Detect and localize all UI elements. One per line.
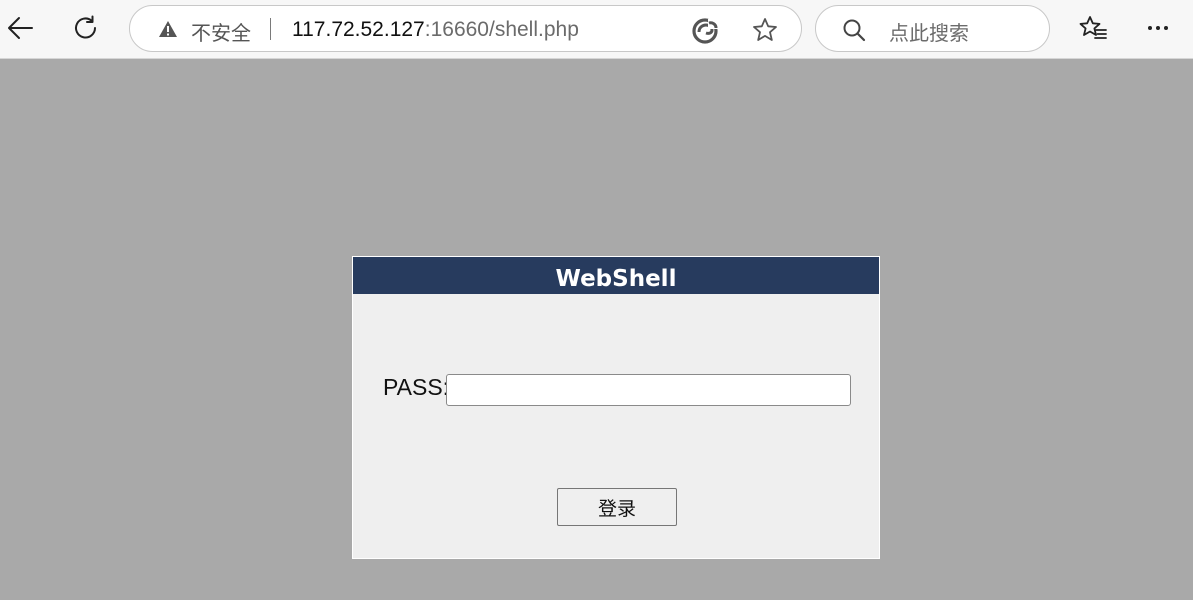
password-input[interactable] [446,374,851,406]
search-icon [842,18,866,47]
search-box[interactable]: 点此搜索 [815,5,1050,52]
address-divider [270,18,271,40]
address-bar[interactable]: 不安全 117.72.52.127:16660/shell.php [129,5,802,52]
browser-toolbar: 不安全 117.72.52.127:16660/shell.php 点此搜索 [0,0,1193,59]
refresh-button[interactable] [66,8,106,48]
refresh-icon [72,14,100,42]
url-host: 117.72.52.127 [292,18,425,41]
pass-label: PASS: [383,374,450,400]
back-icon [6,15,34,41]
login-button[interactable]: 登录 [557,488,677,526]
more-button[interactable] [1138,8,1178,48]
favorites-button[interactable] [1073,8,1113,48]
security-status-label[interactable]: 不安全 [191,17,251,46]
warning-icon[interactable] [158,20,178,43]
url-text[interactable]: 117.72.52.127:16660/shell.php [292,18,579,42]
url-path: :16660/shell.php [424,18,579,41]
back-button[interactable] [0,8,40,48]
star-icon[interactable] [752,17,778,48]
read-aloud-icon[interactable] [692,18,720,49]
panel-title: WebShell [353,257,879,294]
more-icon [1146,24,1170,32]
login-panel: WebShell PASS: 登录 [352,256,880,559]
search-placeholder: 点此搜索 [889,21,969,45]
favorites-icon [1079,15,1107,41]
